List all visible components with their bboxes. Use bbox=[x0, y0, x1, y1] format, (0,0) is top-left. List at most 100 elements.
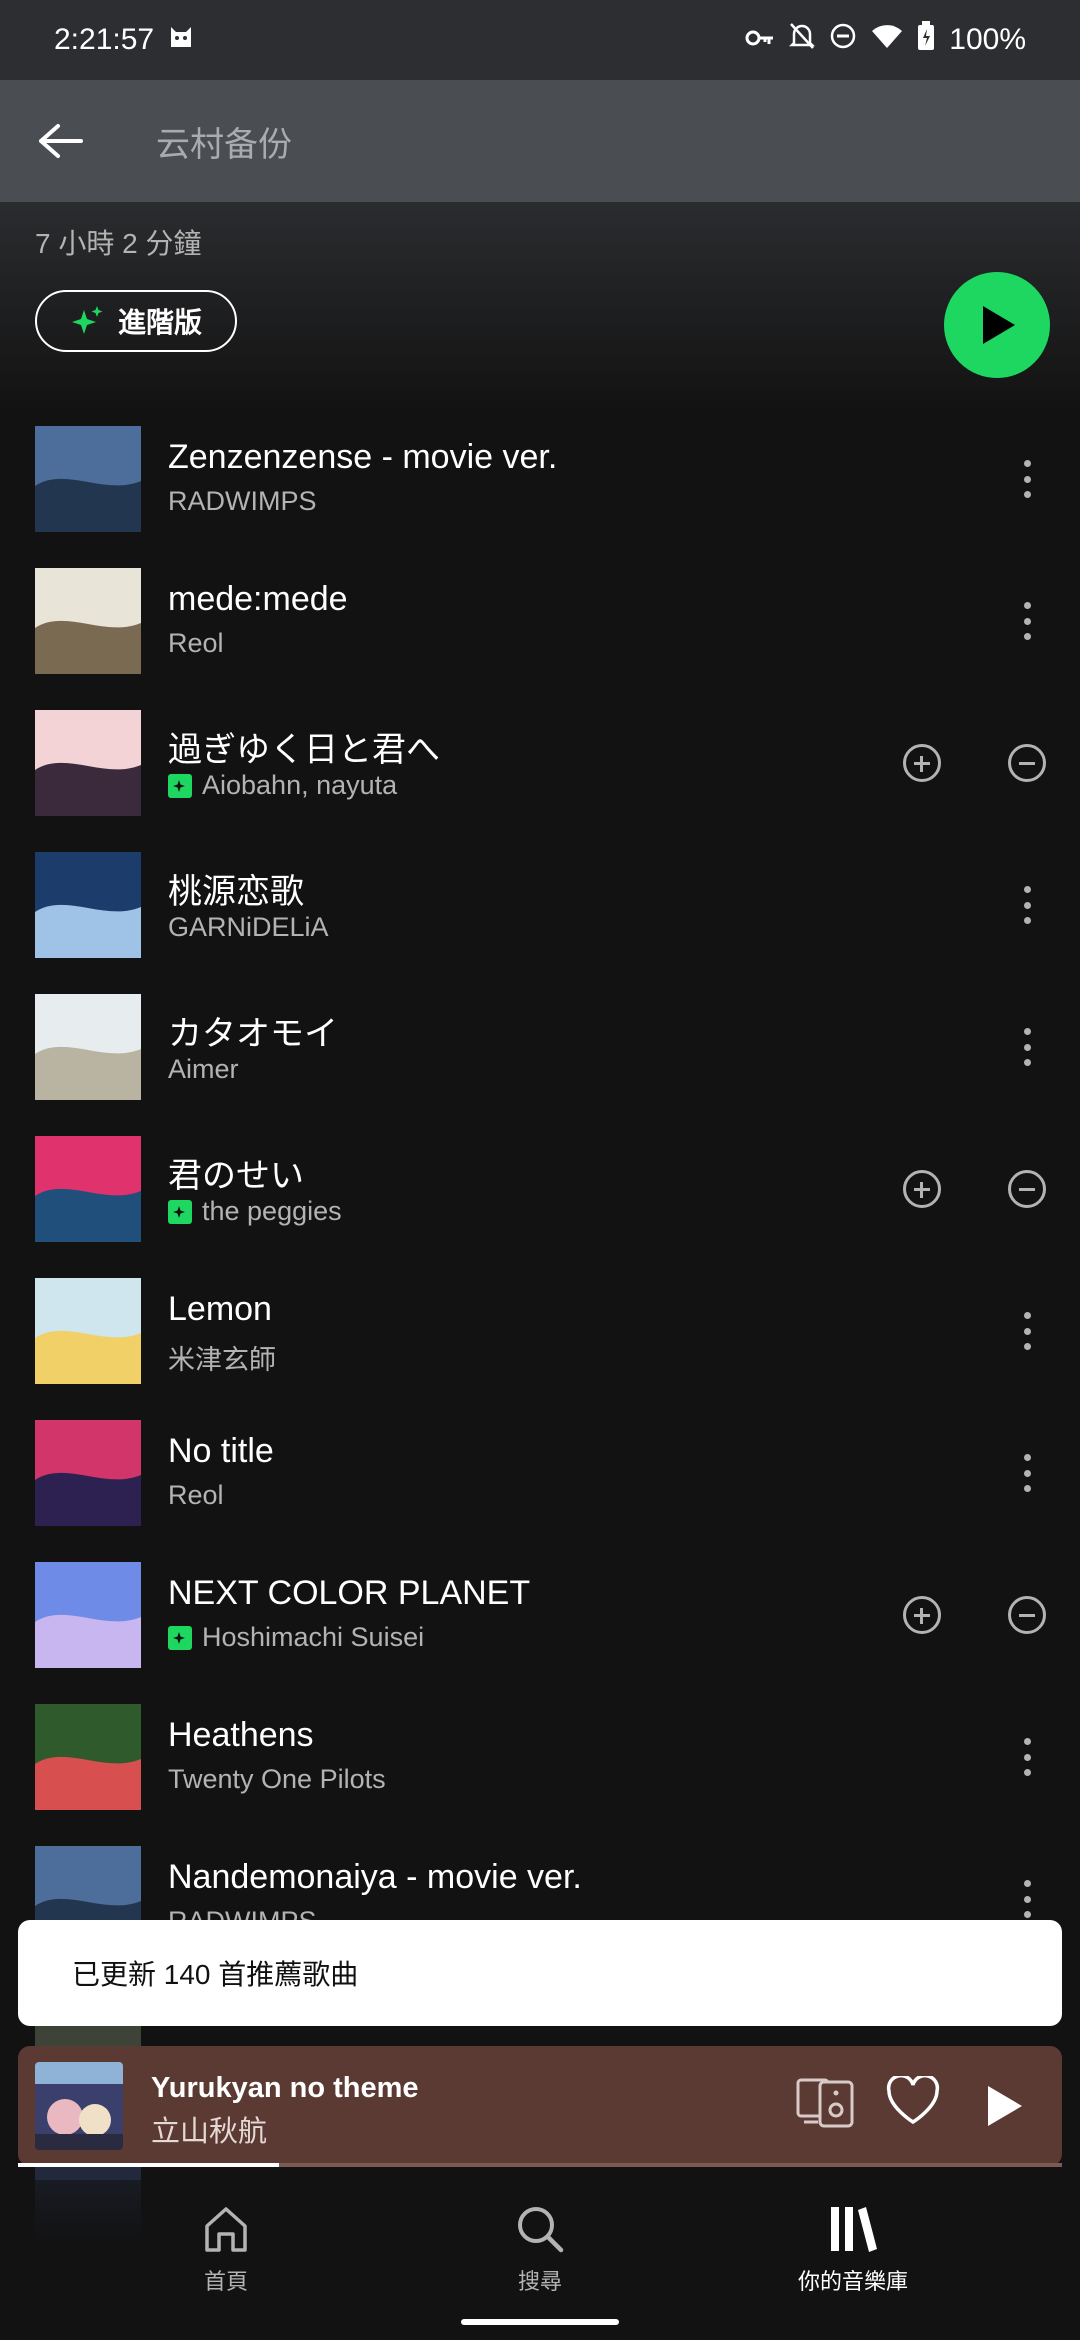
track-row[interactable]: NEXT COLOR PLANET Hoshimachi Suisei bbox=[0, 1562, 1080, 1704]
toast-message: 已更新 140 首推薦歌曲 bbox=[18, 1920, 1062, 2026]
track-artist: the peggies bbox=[202, 1196, 342, 1226]
track-art bbox=[35, 568, 141, 674]
recommended-icon bbox=[168, 1199, 192, 1224]
library-icon bbox=[831, 2207, 877, 2252]
nav-home[interactable]: 首頁 bbox=[106, 2204, 346, 2296]
now-playing-bar[interactable]: Yurukyan no theme 立山秋航 bbox=[18, 2046, 1062, 2166]
track-row[interactable]: mede:mede Reol bbox=[0, 568, 1080, 710]
track-artist-line: GARNiDELiA bbox=[168, 912, 329, 943]
track-row[interactable]: Lemon 米津玄師 bbox=[0, 1278, 1080, 1420]
remove-track-button[interactable] bbox=[1008, 1170, 1046, 1208]
track-artist-line: Aiobahn, nayuta bbox=[168, 770, 397, 801]
track-artist-line: Hoshimachi Suisei bbox=[168, 1622, 424, 1653]
battery-icon bbox=[917, 21, 935, 59]
bottom-nav: 首頁 搜尋 你的音樂庫 bbox=[0, 2180, 1080, 2340]
more-options-icon[interactable] bbox=[1010, 1448, 1044, 1498]
track-art bbox=[35, 1278, 141, 1384]
track-art bbox=[35, 1704, 141, 1810]
track-title: Zenzenzense - movie ver. bbox=[168, 438, 558, 476]
now-playing-title: Yurukyan no theme bbox=[151, 2072, 419, 2104]
track-artist-line: Aimer bbox=[168, 1054, 239, 1085]
track-title: mede:mede bbox=[168, 580, 348, 618]
search-icon bbox=[518, 2207, 564, 2253]
more-options-icon[interactable] bbox=[1010, 880, 1044, 930]
track-title: 君のせい bbox=[168, 1157, 304, 1195]
add-track-button[interactable] bbox=[903, 1596, 941, 1634]
track-art bbox=[35, 852, 141, 958]
track-row[interactable]: 桃源恋歌 GARNiDELiA bbox=[0, 852, 1080, 994]
track-artist-line: the peggies bbox=[168, 1196, 342, 1227]
nav-search[interactable]: 搜尋 bbox=[420, 2204, 660, 2296]
remove-track-button[interactable] bbox=[1008, 1596, 1046, 1634]
track-row[interactable]: 過ぎゆく日と君へ Aiobahn, nayuta bbox=[0, 710, 1080, 852]
recommended-icon bbox=[168, 773, 192, 798]
track-artist: Aimer bbox=[168, 1054, 239, 1084]
more-options-icon[interactable] bbox=[1010, 1732, 1044, 1782]
more-options-icon[interactable] bbox=[1010, 1306, 1044, 1356]
recommended-icon bbox=[168, 1625, 192, 1650]
track-title: No title bbox=[168, 1432, 274, 1470]
more-options-icon[interactable] bbox=[1010, 596, 1044, 646]
track-artist-line: Twenty One Pilots bbox=[168, 1764, 386, 1795]
more-options-icon[interactable] bbox=[1010, 1022, 1044, 1072]
do-not-disturb-icon bbox=[829, 22, 857, 58]
add-track-button[interactable] bbox=[903, 1170, 941, 1208]
cat-icon bbox=[168, 23, 194, 57]
track-row[interactable]: カタオモイ Aimer bbox=[0, 994, 1080, 1136]
track-art-peek bbox=[35, 2026, 141, 2046]
playback-progress bbox=[18, 2163, 1062, 2167]
track-art bbox=[35, 710, 141, 816]
track-artist: Aiobahn, nayuta bbox=[202, 770, 398, 800]
track-row[interactable]: Zenzenzense - movie ver. RADWIMPS bbox=[0, 426, 1080, 568]
like-button[interactable] bbox=[886, 2073, 940, 2131]
track-title: Heathens bbox=[168, 1716, 314, 1754]
track-art bbox=[35, 994, 141, 1100]
nav-library[interactable]: 你的音樂庫 bbox=[733, 2204, 973, 2296]
home-icon bbox=[205, 2207, 247, 2252]
now-playing-play-button[interactable] bbox=[984, 2084, 1024, 2133]
play-icon bbox=[983, 306, 1015, 344]
back-button[interactable] bbox=[0, 80, 120, 202]
track-title: NEXT COLOR PLANET bbox=[168, 1574, 531, 1612]
nav-search-label: 搜尋 bbox=[517, 2269, 562, 2294]
track-artist-line: 米津玄師 bbox=[168, 1338, 276, 1377]
playlist-duration: 7 小時 2 分鐘 bbox=[35, 228, 202, 259]
battery-percent: 100% bbox=[949, 23, 1026, 56]
track-artist: 米津玄師 bbox=[168, 1345, 276, 1375]
track-artist-line: Reol bbox=[168, 1480, 224, 1511]
track-artist: RADWIMPS bbox=[168, 486, 317, 516]
track-art bbox=[35, 426, 141, 532]
premium-label: 進階版 bbox=[117, 307, 202, 338]
track-artist-line: RADWIMPS bbox=[168, 486, 317, 517]
premium-button[interactable]: 進階版 bbox=[35, 290, 237, 352]
status-time: 2:21:57 bbox=[54, 23, 155, 56]
arrow-left-icon bbox=[39, 124, 83, 158]
track-title: Lemon bbox=[168, 1290, 272, 1328]
vpn-key-icon bbox=[745, 23, 775, 57]
now-playing-artist: 立山秋航 bbox=[151, 2116, 268, 2148]
track-artist: Reol bbox=[168, 1480, 224, 1510]
gesture-handle bbox=[461, 2319, 619, 2325]
nav-home-label: 首頁 bbox=[203, 2269, 248, 2294]
track-title: Nandemonaiya - movie ver. bbox=[168, 1858, 582, 1896]
connect-device-button[interactable] bbox=[796, 2076, 854, 2133]
track-title: 桃源恋歌 bbox=[168, 873, 304, 911]
track-title: 過ぎゆく日と君へ bbox=[168, 731, 440, 769]
track-row[interactable]: 君のせい the peggies bbox=[0, 1136, 1080, 1278]
track-art bbox=[35, 1136, 141, 1242]
wifi-icon bbox=[871, 23, 903, 57]
more-options-icon[interactable] bbox=[1010, 1874, 1044, 1924]
remove-track-button[interactable] bbox=[1008, 744, 1046, 782]
track-artist: Hoshimachi Suisei bbox=[202, 1622, 425, 1652]
app-bar: 云村备份 bbox=[0, 80, 1080, 202]
track-art bbox=[35, 1420, 141, 1526]
heart-icon bbox=[886, 2073, 940, 2125]
now-playing-art bbox=[35, 2062, 123, 2150]
track-row[interactable]: Heathens Twenty One Pilots bbox=[0, 1704, 1080, 1846]
playback-progress-fill bbox=[18, 2163, 279, 2167]
track-row[interactable]: No title Reol bbox=[0, 1420, 1080, 1562]
more-options-icon[interactable] bbox=[1010, 454, 1044, 504]
status-bar: 2:21:57 100% bbox=[0, 0, 1080, 80]
add-track-button[interactable] bbox=[903, 744, 941, 782]
play-playlist-button[interactable] bbox=[944, 272, 1050, 378]
